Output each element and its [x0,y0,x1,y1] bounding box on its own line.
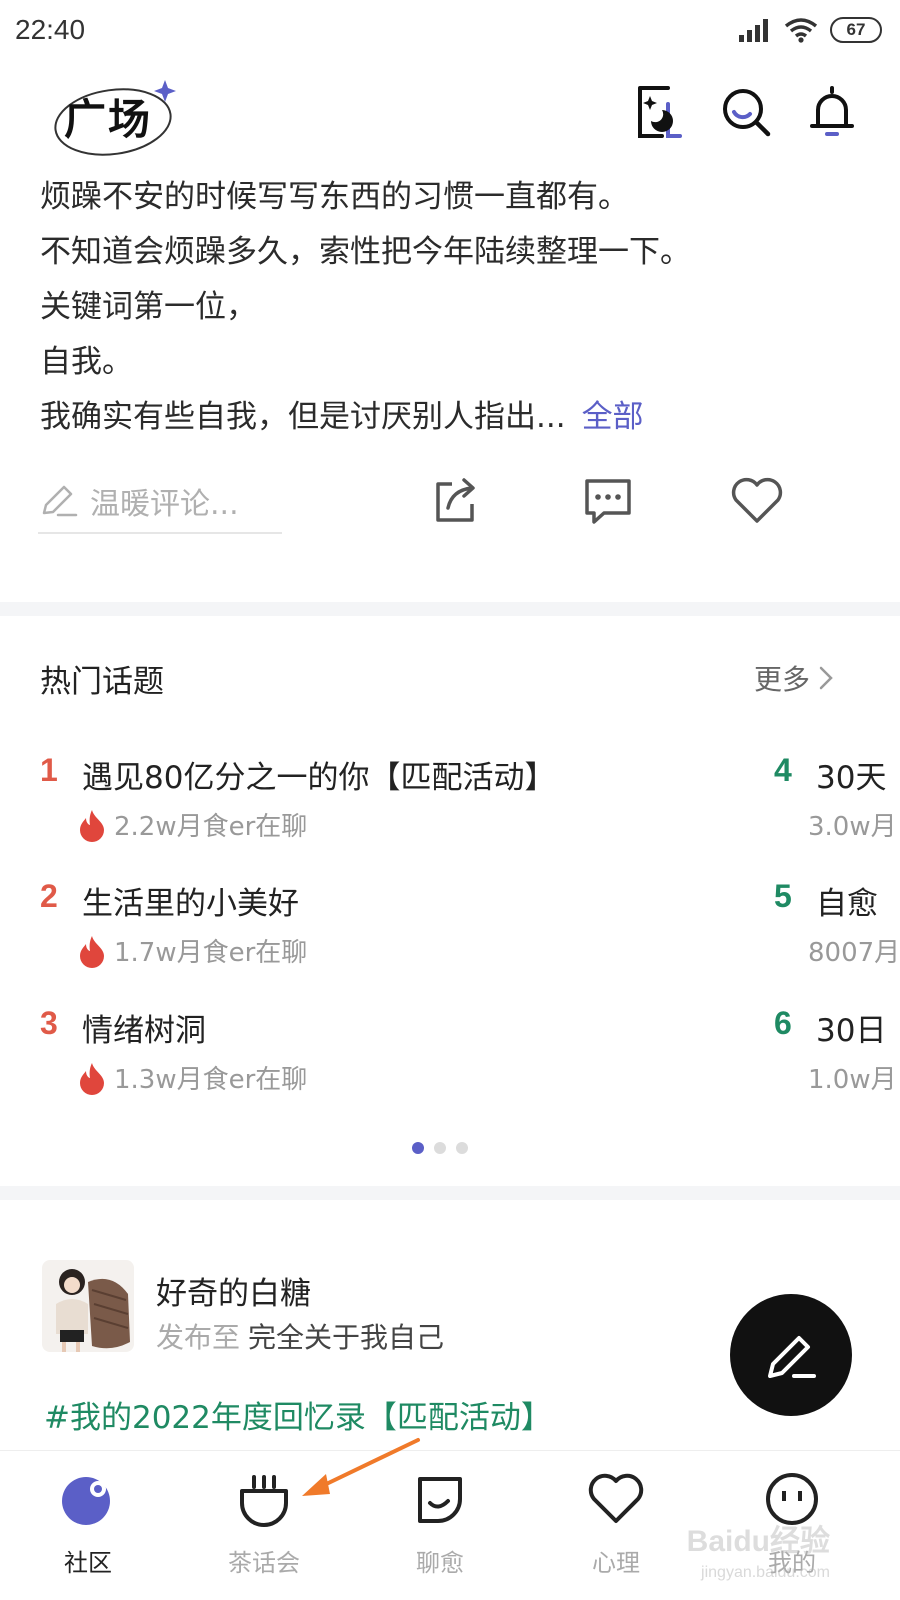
topic-title: 情绪树洞 [82,1013,206,1049]
posted-to: 发布至 完全关于我自己 [156,1316,444,1356]
topic-meta-text: 8007月 [808,938,900,968]
wifi-icon [784,18,818,43]
logo-text: 广场 [64,95,153,144]
topics-next-page-peek: 4 30天 3.0w月 5 自愈 8007月 6 30日 1.0w月 [774,738,900,1138]
pencil-icon [42,485,78,517]
hot-topics-title: 热门话题 [40,664,164,700]
post-line-text: 我确实有些自我，但是讨厌别人指出... [40,399,566,435]
header-icons [632,84,860,140]
topic-rank: 5 [774,878,792,914]
tab-label: 茶话会 [228,1549,300,1577]
topic-title: 遇见80亿分之一的你【匹配活动】 [82,760,556,796]
topic-rank: 6 [774,1005,792,1041]
topic-rank: 2 [40,878,58,914]
flame-icon [80,935,104,968]
comment-icon [585,479,631,524]
more-label: 更多 [753,663,810,696]
posted-to-label: 发布至 [156,1321,241,1354]
comment-input[interactable]: 温暖评论... [38,470,282,534]
search-icon [723,89,771,137]
page-dot [434,1142,446,1154]
status-bar: 22:40 67 [0,0,900,62]
status-time: 22:40 [15,14,86,45]
moon-card-icon [638,86,682,138]
share-button[interactable] [428,474,482,528]
topic-meta-text: 1.3w月食er在聊 [114,1065,308,1095]
heart-icon [731,477,783,523]
posted-to-target[interactable]: 完全关于我自己 [248,1321,444,1354]
post-line: 不知道会烦躁多久，索性把今年陆续整理一下。 [40,234,691,270]
hot-topics-more-link[interactable]: 更多 [754,658,834,698]
tab-psychology[interactable]: 心理 [556,1469,676,1589]
topic-title: 30日 [816,1013,887,1049]
chevron-right-icon [819,666,833,690]
username[interactable]: 好奇的白糖 [156,1268,311,1313]
annotation-arrow [302,1438,420,1496]
expand-all-link[interactable]: 全部 [582,399,644,435]
bell-icon [810,86,854,136]
signal-icon [739,19,768,42]
topic-rank: 4 [774,752,792,788]
topic-title: 生活里的小美好 [82,886,299,922]
topic-meta-text: 3.0w月 [808,812,897,842]
comment-button[interactable] [581,474,635,528]
section-divider [0,1186,900,1200]
status-icons: 67 [738,16,882,44]
post-actions: 温暖评论... [0,470,900,540]
section-divider [0,602,900,616]
topic-title: 自愈 [816,886,878,922]
topic-meta: 1.3w月食er在聊 [78,1059,307,1096]
topic-meta: 1.7w月食er在聊 [78,932,307,969]
post-line: 关键词第一位， [40,289,257,325]
page-dot-active [412,1142,424,1154]
search-button[interactable] [718,84,774,140]
moon-card-button[interactable] [632,84,688,140]
header: 广场 [0,62,900,172]
compose-fab[interactable] [730,1294,852,1416]
battery-indicator: 67 [830,17,882,43]
heart-icon [588,1473,644,1523]
flame-icon [80,809,104,842]
topic-rank: 1 [40,752,58,788]
page-indicator [412,1142,468,1154]
comment-placeholder: 温暖评论... [90,487,239,522]
flame-icon [80,1062,104,1095]
post-line: 烦躁不安的时候写写东西的习惯一直都有。 [40,179,629,215]
page-dot [456,1142,468,1154]
hot-topics-section: 热门话题 更多 1 遇见80亿分之一的你【匹配活动】 2.2w月食er在聊 2 … [0,618,900,1186]
like-button[interactable] [730,474,784,528]
pencil-compose-icon [768,1336,816,1378]
topic-meta-text: 2.2w月食er在聊 [114,812,308,842]
avatar[interactable] [42,1260,134,1352]
post-line-last: 我确实有些自我，但是讨厌别人指出... 全部 [40,390,860,445]
watermark-url: jingyan.baidu.com [701,1564,830,1581]
topic-title: 30天 [816,760,887,796]
topic-meta-text: 1.7w月食er在聊 [114,938,308,968]
square-logo: 广场 [50,74,180,156]
topic-rank: 3 [40,1005,58,1041]
topic-meta-text: 1.0w月 [808,1065,897,1095]
watermark-brand: Baidu经验 [686,1525,830,1558]
share-icon [436,478,475,522]
community-icon [62,1477,110,1525]
tab-label: 聊愈 [416,1549,464,1577]
topic-meta: 2.2w月食er在聊 [78,806,307,843]
tea-party-icon [240,1475,288,1527]
bottom-tab-bar: 社区 茶话会 聊愈 心理 我的 Baidu经验 jingyan.baidu.co… [0,1450,900,1600]
post-body[interactable]: 烦躁不安的时候写写东西的习惯一直都有。 不知道会烦躁多久，索性把今年陆续整理一下… [40,170,860,445]
tab-community[interactable]: 社区 [28,1469,148,1589]
post-line: 自我。 [40,344,133,380]
notifications-button[interactable] [804,84,860,140]
tab-label: 社区 [64,1549,112,1577]
post-hashtag[interactable]: #我的2022年度回忆录【匹配活动】 [44,1392,552,1437]
tab-label: 心理 [592,1549,640,1577]
